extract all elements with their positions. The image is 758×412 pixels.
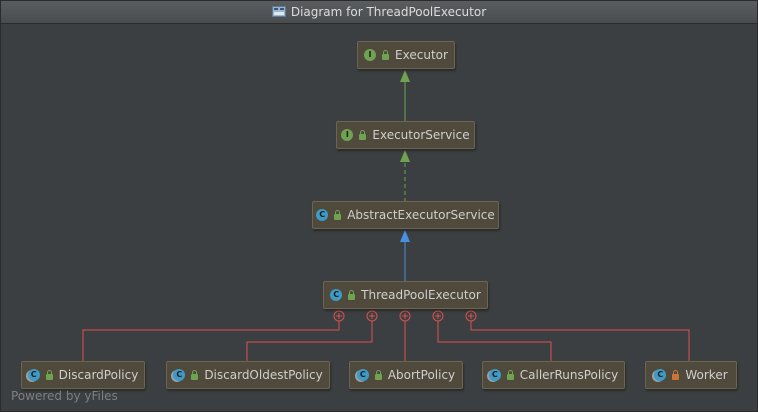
node-callerrunspolicy[interactable]: C CallerRunsPolicy bbox=[482, 361, 625, 389]
node-abstractexecutorservice[interactable]: C AbstractExecutorService bbox=[312, 201, 499, 229]
interface-icon: I bbox=[364, 49, 377, 61]
public-lock-icon bbox=[359, 130, 367, 140]
arrowhead-abstract bbox=[400, 230, 410, 242]
node-label: CallerRunsPolicy bbox=[519, 368, 619, 382]
node-label: Worker bbox=[685, 368, 728, 382]
inner-marker-icon bbox=[399, 310, 411, 322]
node-label: Executor bbox=[395, 48, 448, 62]
public-lock-icon bbox=[334, 210, 342, 220]
inner-marker-icon bbox=[465, 310, 477, 322]
public-lock-icon bbox=[191, 370, 199, 380]
private-lock-icon bbox=[672, 370, 680, 380]
node-executorservice[interactable]: I ExecutorService bbox=[336, 121, 475, 149]
public-lock-icon bbox=[506, 370, 514, 380]
diagram-window: Diagram for ThreadPoolExecutor I Executo… bbox=[0, 0, 758, 412]
inner-marker-icon bbox=[366, 310, 378, 322]
inner-class-icon: C bbox=[654, 369, 667, 381]
node-threadpoolexecutor[interactable]: C ThreadPoolExecutor bbox=[323, 281, 488, 309]
window-titlebar[interactable]: Diagram for ThreadPoolExecutor bbox=[1, 1, 757, 24]
node-label: ThreadPoolExecutor bbox=[361, 288, 481, 302]
inner-marker-icon bbox=[333, 310, 345, 322]
window-title: Diagram for ThreadPoolExecutor bbox=[290, 5, 487, 19]
node-discardoldestpolicy[interactable]: C DiscardOldestPolicy bbox=[166, 361, 330, 389]
interface-icon: I bbox=[341, 129, 354, 141]
arrowhead-executorservice bbox=[400, 150, 410, 162]
node-label: AbortPolicy bbox=[387, 368, 456, 382]
node-label: AbstractExecutorService bbox=[347, 208, 495, 222]
diagram-icon bbox=[271, 6, 286, 17]
node-abortpolicy[interactable]: C AbortPolicy bbox=[349, 361, 463, 389]
class-icon: C bbox=[316, 209, 329, 221]
node-worker[interactable]: C Worker bbox=[645, 361, 737, 389]
edge-callerrunspolicy bbox=[437, 321, 552, 361]
inner-marker-icon bbox=[432, 310, 444, 322]
node-label: DiscardOldestPolicy bbox=[204, 368, 323, 382]
powered-by-label: Powered by yFiles bbox=[11, 389, 118, 403]
arrowhead-executor bbox=[400, 70, 410, 82]
class-icon: C bbox=[330, 289, 343, 301]
node-discardpolicy[interactable]: C DiscardPolicy bbox=[21, 361, 145, 389]
node-executor[interactable]: I Executor bbox=[357, 41, 455, 69]
inner-class-icon: C bbox=[356, 369, 369, 381]
edge-discardoldestpolicy bbox=[246, 321, 373, 361]
inner-class-icon: C bbox=[488, 369, 501, 381]
node-label: DiscardPolicy bbox=[58, 368, 139, 382]
public-lock-icon bbox=[374, 370, 382, 380]
public-lock-icon bbox=[382, 50, 390, 60]
public-lock-icon bbox=[45, 370, 53, 380]
inner-class-icon: C bbox=[173, 369, 186, 381]
edge-discardpolicy bbox=[82, 321, 340, 361]
node-label: ExecutorService bbox=[372, 128, 470, 142]
edge-worker bbox=[470, 321, 690, 361]
diagram-canvas[interactable]: I Executor I ExecutorService C AbstractE… bbox=[1, 24, 757, 411]
inner-class-icon: C bbox=[27, 369, 40, 381]
public-lock-icon bbox=[348, 290, 356, 300]
